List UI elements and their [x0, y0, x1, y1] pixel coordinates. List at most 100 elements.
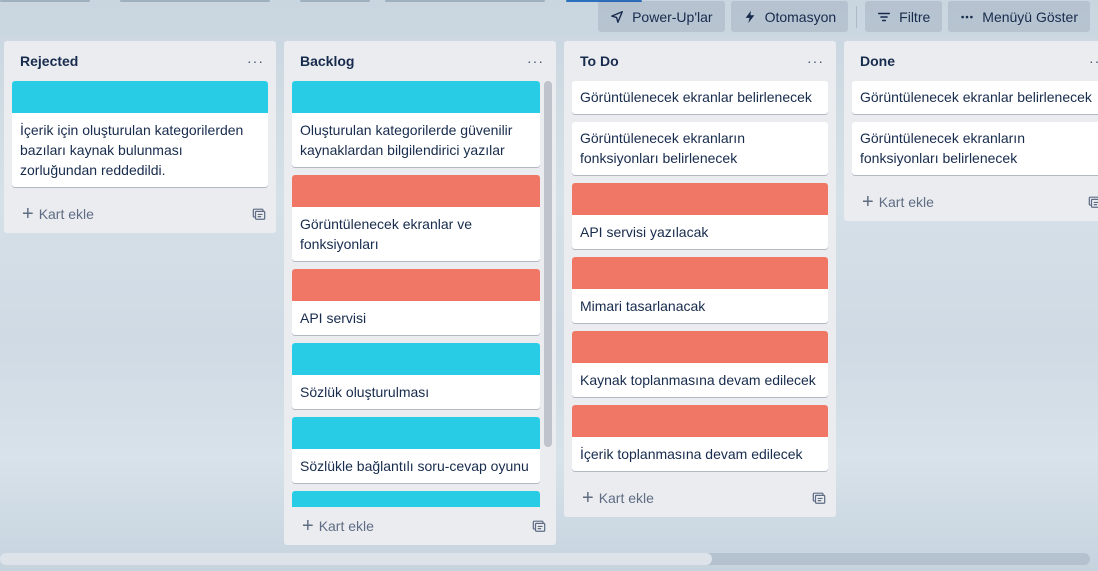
card[interactable]: Görüntülenecek ekranların fonksiyonları … — [852, 122, 1098, 175]
card[interactable]: Oluşturulan kategorilerde güvenilir kayn… — [292, 81, 540, 167]
board-toolbar: Power-Up'lar Otomasyon Filtre Menüyü Gös… — [598, 1, 1090, 32]
add-card-label: Kart ekle — [318, 518, 374, 534]
list-header: Done ··· — [844, 41, 1098, 81]
card[interactable]: İçerik için oluşturulan kategorilerden b… — [12, 81, 268, 187]
card-list: İçerik için oluşturulan kategorilerden b… — [4, 81, 276, 187]
list-rejected: Rejected ··· İçerik için oluşturulan kat… — [4, 41, 276, 233]
card-list: Görüntülenecek ekranlar belirlenecek Gör… — [564, 81, 836, 471]
card-list: Oluşturulan kategorilerde güvenilir kayn… — [284, 81, 556, 507]
card-cover — [292, 491, 540, 507]
card[interactable]: Sözlükle bağlantılı soru-cevap oyunu — [292, 417, 540, 483]
automation-button[interactable]: Otomasyon — [730, 1, 849, 32]
card-title: Görüntülenecek ekranlar belirlenecek — [580, 89, 812, 105]
card-title: Görüntülenecek ekranlar belirlenecek — [860, 89, 1092, 105]
list-menu-button[interactable]: ··· — [243, 53, 268, 69]
list-menu-button[interactable]: ··· — [803, 53, 828, 69]
board-horizontal-scrollbar[interactable] — [0, 553, 1090, 565]
header-strip-segment — [0, 0, 90, 2]
card[interactable]: API servisi — [292, 269, 540, 335]
card-cover — [292, 343, 540, 375]
list-backlog: Backlog ··· Oluşturulan kategorilerde gü… — [284, 41, 556, 545]
plus-icon: + — [862, 191, 874, 213]
list-todo: To Do ··· Görüntülenecek ekranlar belirl… — [564, 41, 836, 517]
card-title: API servisi yazılacak — [580, 224, 709, 240]
card[interactable]: Görüntülenecek ekranların fonksiyonları … — [572, 122, 828, 175]
card-cover — [292, 175, 540, 207]
list-footer: + Kart ekle — [284, 507, 556, 545]
card-title: Görüntülenecek ekranların fonksiyonları … — [860, 130, 1025, 166]
card-cover — [572, 183, 828, 215]
add-card-label: Kart ekle — [598, 490, 654, 506]
powerups-button[interactable]: Power-Up'lar — [598, 1, 725, 32]
card-cover — [292, 81, 540, 113]
list-header: Backlog ··· — [284, 41, 556, 81]
list-scrollbar-thumb[interactable] — [544, 81, 552, 447]
card[interactable]: Mimari tasarlanacak — [572, 257, 828, 323]
lightning-icon — [745, 10, 754, 23]
list-footer: + Kart ekle — [844, 183, 1098, 221]
list-title[interactable]: Backlog — [300, 53, 354, 69]
list-footer: + Kart ekle — [4, 195, 276, 233]
add-card-label: Kart ekle — [878, 194, 934, 210]
card-title: İçerik toplanmasına devam edilecek — [580, 446, 803, 462]
card[interactable]: Görüntülenecek ekranlar ve fonksiyonları — [292, 175, 540, 261]
card[interactable]: İçerik toplanmasına devam edilecek — [572, 405, 828, 471]
card-cover — [572, 331, 828, 363]
header-strip-segment — [385, 0, 545, 2]
card[interactable] — [292, 491, 540, 507]
card[interactable]: API servisi yazılacak — [572, 183, 828, 249]
card-template-icon[interactable] — [252, 207, 266, 221]
filter-label: Filtre — [899, 8, 931, 25]
card[interactable]: Görüntülenecek ekranlar belirlenecek — [852, 81, 1098, 114]
list-title[interactable]: Done — [860, 53, 895, 69]
list-title[interactable]: Rejected — [20, 53, 78, 69]
header-strip-segment — [120, 0, 270, 2]
card-template-icon[interactable] — [1088, 195, 1098, 209]
card-cover — [12, 81, 268, 113]
card-title: Oluşturulan kategorilerde güvenilir kayn… — [300, 122, 513, 158]
card-cover — [572, 405, 828, 437]
card[interactable]: Sözlük oluşturulması — [292, 343, 540, 409]
rocket-icon — [611, 10, 624, 23]
filter-button[interactable]: Filtre — [865, 1, 943, 32]
list-header: To Do ··· — [564, 41, 836, 81]
card[interactable]: Görüntülenecek ekranlar belirlenecek — [572, 81, 828, 114]
list-title[interactable]: To Do — [580, 53, 619, 69]
add-card-button[interactable]: + Kart ekle — [862, 191, 934, 213]
add-card-button[interactable]: + Kart ekle — [582, 487, 654, 509]
list-scrollbar[interactable] — [544, 81, 552, 447]
list-footer: + Kart ekle — [564, 479, 836, 517]
plus-icon: + — [22, 203, 34, 225]
card-template-icon[interactable] — [532, 519, 546, 533]
toolbar-divider — [856, 5, 858, 28]
board-scrollbar-thumb[interactable] — [0, 553, 712, 565]
list-done: Done ··· Görüntülenecek ekranlar belirle… — [844, 41, 1098, 221]
card-title: Görüntülenecek ekranlar ve fonksiyonları — [300, 216, 472, 252]
card-title: Mimari tasarlanacak — [580, 298, 706, 314]
card-title: Sözlükle bağlantılı soru-cevap oyunu — [300, 458, 529, 474]
card-template-icon[interactable] — [812, 491, 826, 505]
filter-icon — [878, 12, 891, 21]
card-title: İçerik için oluşturulan kategorilerden b… — [20, 122, 244, 178]
card[interactable]: Kaynak toplanmasına devam edilecek — [572, 331, 828, 397]
list-menu-button[interactable]: ··· — [523, 53, 548, 69]
show-menu-button[interactable]: Menüyü Göster — [948, 1, 1090, 32]
plus-icon: + — [582, 487, 594, 509]
list-header: Rejected ··· — [4, 41, 276, 81]
list-menu-button[interactable]: ··· — [1085, 53, 1098, 69]
powerups-label: Power-Up'lar — [632, 8, 713, 25]
add-card-button[interactable]: + Kart ekle — [302, 515, 374, 537]
add-card-button[interactable]: + Kart ekle — [22, 203, 94, 225]
card-cover — [292, 417, 540, 449]
card-list: Görüntülenecek ekranlar belirlenecek Gör… — [844, 81, 1098, 175]
more-icon — [961, 15, 973, 18]
plus-icon: + — [302, 515, 314, 537]
card-title: Sözlük oluşturulması — [300, 384, 430, 400]
card-title: Görüntülenecek ekranların fonksiyonları … — [580, 130, 745, 166]
show-menu-label: Menüyü Göster — [982, 8, 1078, 25]
automation-label: Otomasyon — [764, 8, 837, 25]
header-strip-segment — [300, 0, 370, 2]
card-cover — [572, 257, 828, 289]
card-title: API servisi — [300, 310, 367, 326]
card-title: Kaynak toplanmasına devam edilecek — [580, 372, 816, 388]
